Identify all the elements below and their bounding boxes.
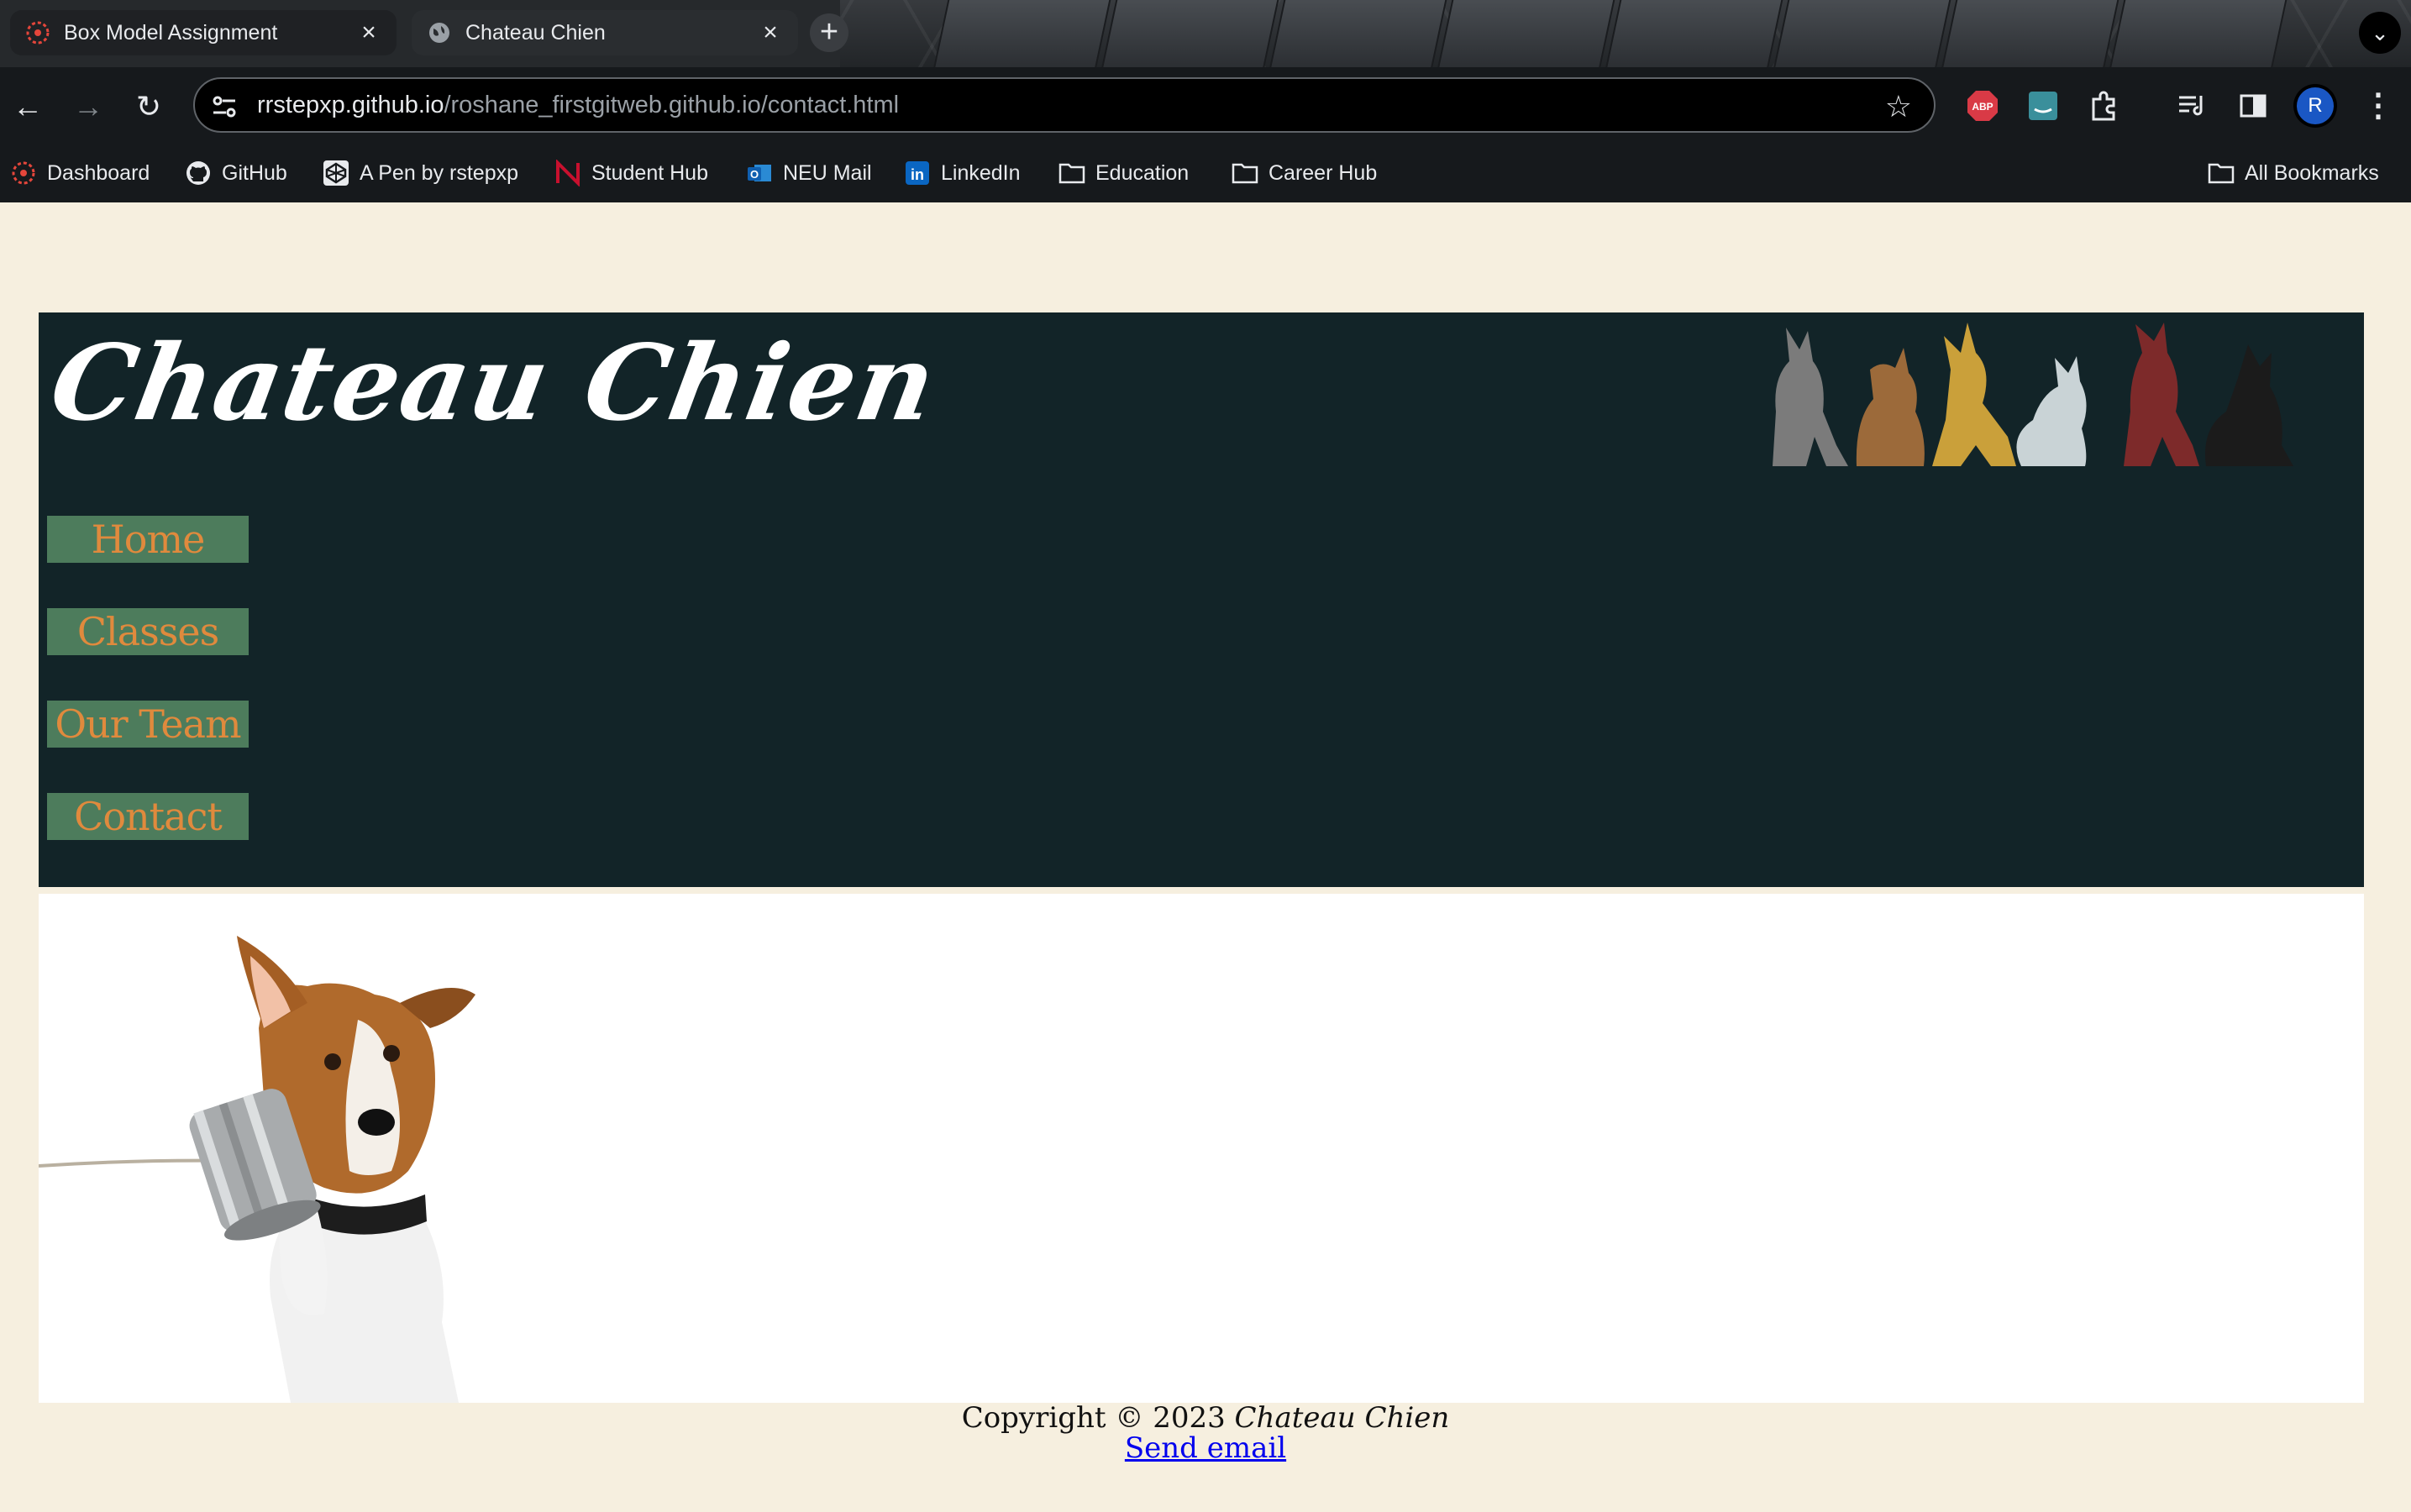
bookmark-github[interactable]: GitHub (185, 156, 287, 190)
tab-search-button[interactable]: ⌄ (2359, 12, 2401, 54)
theme-hex (1437, 0, 1616, 67)
theme-hex (932, 0, 1112, 67)
site-title: Chateau Chien (42, 323, 946, 444)
copyright-prefix: Copyright © 2023 (961, 1401, 1235, 1435)
main-content (39, 894, 2364, 1403)
theme-hex (1941, 0, 2120, 67)
globe-icon (427, 20, 452, 45)
nav-our-team[interactable]: Our Team (47, 701, 249, 748)
media-controls-icon[interactable] (2176, 89, 2209, 123)
bookmark-star-icon[interactable]: ☆ (1885, 89, 1912, 124)
theme-hex (2109, 0, 2288, 67)
nav-home[interactable]: Home (47, 516, 249, 563)
theme-hex (1100, 0, 1280, 67)
folder-icon (2208, 160, 2235, 186)
folder-icon (1058, 160, 1085, 186)
bookmark-dashboard[interactable]: Dashboard (10, 156, 150, 190)
all-bookmarks-button[interactable]: All Bookmarks (2208, 156, 2379, 190)
all-bookmarks-label: All Bookmarks (2245, 160, 2379, 185)
toolbar: ← → ↻ rrstepxp.github.io/roshane_firstgi… (0, 67, 2411, 144)
side-panel-icon[interactable] (2236, 89, 2270, 123)
bookmark-label: Career Hub (1269, 160, 1378, 185)
northeastern-icon (554, 160, 581, 186)
url-host: rrstepxp.github.io (257, 92, 444, 118)
nav-classes[interactable]: Classes (47, 608, 249, 655)
site-header: Chateau Chien Home Classes Our Team Cont… (39, 312, 2364, 887)
extensions-puzzle-icon[interactable] (2087, 89, 2120, 123)
close-tab-icon[interactable]: × (356, 20, 381, 45)
bookmark-folder-education[interactable]: Education (1058, 156, 1189, 190)
canvas-icon (25, 20, 50, 45)
main-nav: Home Classes Our Team Contact (47, 516, 249, 885)
site-info-icon[interactable] (210, 92, 239, 121)
bookmark-linkedin[interactable]: in LinkedIn (904, 156, 1021, 190)
bookmark-label: Student Hub (591, 160, 708, 185)
new-tab-button[interactable]: + (810, 13, 848, 52)
url-text[interactable]: rrstepxp.github.io/roshane_firstgitweb.g… (257, 92, 899, 119)
bookmark-label: Education (1095, 160, 1190, 185)
site-footer: Copyright © 2023 Chateau Chien Send emai… (0, 1403, 2411, 1463)
nav-contact[interactable]: Contact (47, 793, 249, 840)
dog-tin-can-phone-image (39, 936, 475, 1403)
bookmark-label: NEU Mail (783, 160, 872, 185)
bookmarks-bar: Dashboard GitHub A Pen by rstepxp Studen… (0, 144, 2411, 202)
amazon-assistant-icon[interactable] (2026, 89, 2060, 123)
github-icon (185, 160, 212, 186)
bookmark-folder-career-hub[interactable]: Career Hub (1232, 156, 1377, 190)
theme-hex (1773, 0, 1952, 67)
bookmark-label: A Pen by rstepxp (360, 160, 519, 185)
bookmark-codepen[interactable]: A Pen by rstepxp (323, 156, 518, 190)
canvas-icon (10, 160, 37, 186)
tab-chateau-chien[interactable]: Chateau Chien × (412, 10, 798, 55)
adblock-plus-icon[interactable]: ABP (1966, 89, 1999, 123)
pets-silhouette-banner (1773, 323, 2293, 466)
svg-text:O: O (750, 168, 759, 181)
bookmark-label: GitHub (222, 160, 287, 185)
address-bar[interactable]: rrstepxp.github.io/roshane_firstgitweb.g… (193, 77, 1936, 133)
bookmark-label: LinkedIn (941, 160, 1021, 185)
menu-kebab-icon[interactable]: ⋮ (2362, 86, 2394, 128)
web-page: Chateau Chien Home Classes Our Team Cont… (0, 202, 2411, 1512)
theme-hex (1605, 0, 1784, 67)
tab-box-model-assignment[interactable]: Box Model Assignment × (10, 10, 397, 55)
codepen-icon (323, 160, 349, 186)
url-path: /roshane_firstgitweb.github.io/contact.h… (444, 92, 900, 118)
profile-avatar[interactable]: R (2297, 87, 2334, 124)
theme-hex (1269, 0, 1448, 67)
forward-button[interactable]: → (69, 87, 108, 126)
tab-title: Chateau Chien (465, 20, 606, 45)
reload-button[interactable]: ↻ (129, 87, 168, 126)
close-tab-icon[interactable]: × (758, 20, 783, 45)
back-button[interactable]: ← (8, 87, 47, 126)
folder-icon (1232, 160, 1258, 186)
bookmark-label: Dashboard (47, 160, 150, 185)
tab-strip: Box Model Assignment × Chateau Chien × +… (0, 0, 2411, 67)
send-email-link[interactable]: Send email (1125, 1431, 1286, 1465)
bookmark-student-hub[interactable]: Student Hub (554, 156, 708, 190)
copyright-name: Chateau Chien (1234, 1401, 1450, 1435)
tab-title: Box Model Assignment (64, 20, 278, 45)
svg-text:in: in (911, 166, 924, 183)
browser-chrome: Box Model Assignment × Chateau Chien × +… (0, 0, 2411, 202)
linkedin-icon: in (904, 160, 931, 186)
outlook-icon: O (746, 160, 773, 186)
svg-text:ABP: ABP (1972, 101, 1993, 113)
copyright-line: Copyright © 2023 Chateau Chien (0, 1403, 2411, 1433)
bookmark-neu-mail[interactable]: O NEU Mail (746, 156, 872, 190)
